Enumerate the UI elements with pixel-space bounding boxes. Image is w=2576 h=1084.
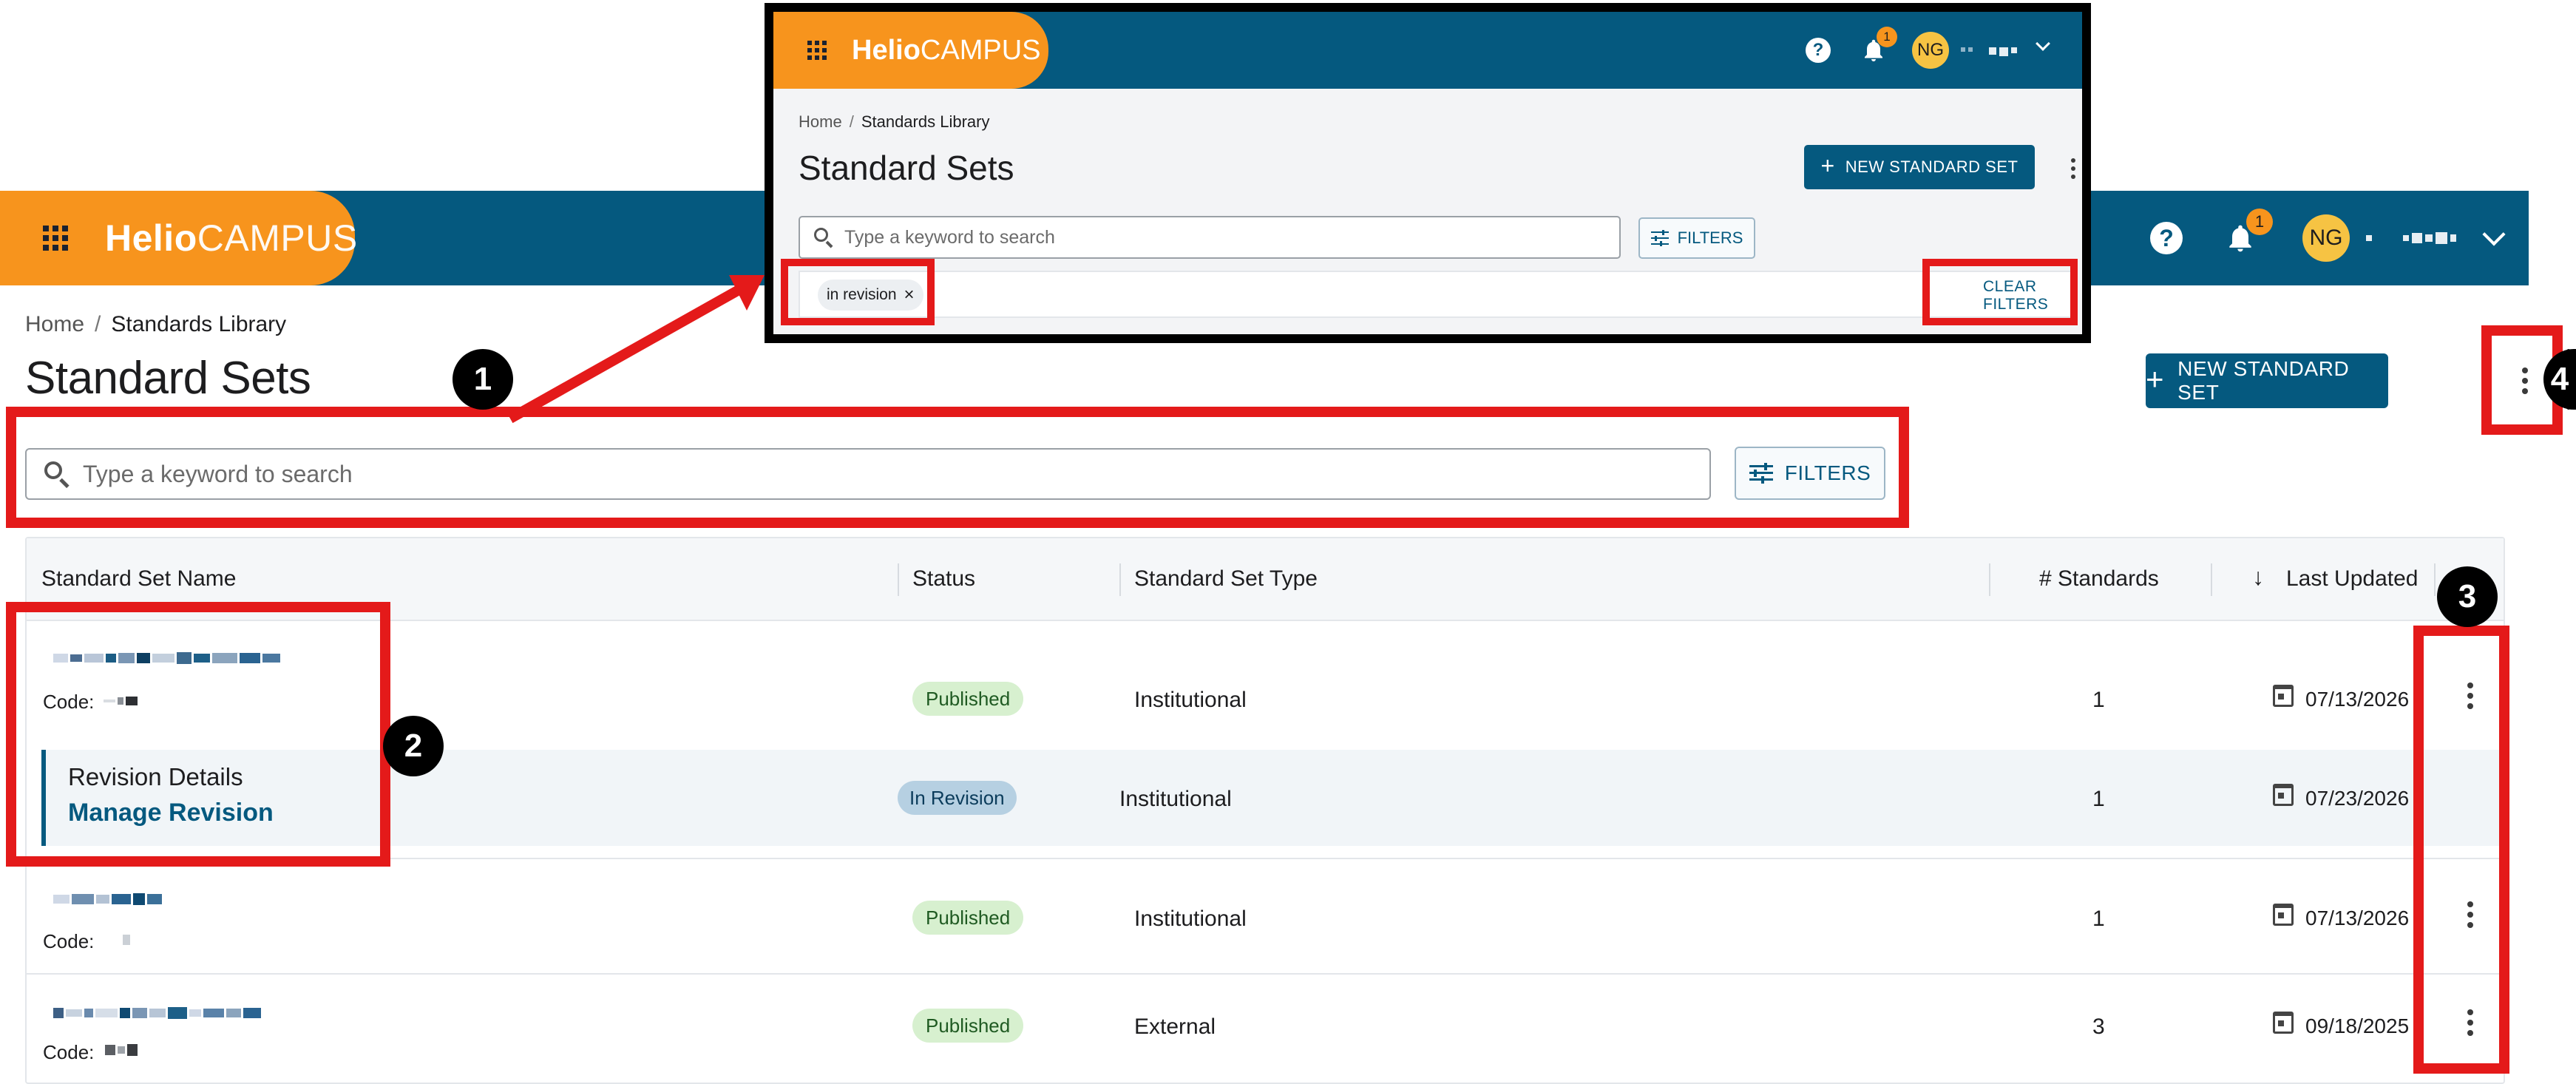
inset-new-standard-set-button[interactable]: + NEW STANDARD SET: [1804, 145, 2035, 189]
notifications-bell-icon[interactable]: 1: [2224, 209, 2273, 254]
column-header-last-updated[interactable]: Last Updated: [2286, 566, 2418, 592]
inset-user-avatar[interactable]: NG: [1912, 32, 1949, 69]
set-type: Institutional: [1119, 787, 1232, 811]
column-header-type[interactable]: Standard Set Type: [1134, 566, 1318, 592]
inset-search-icon: [813, 227, 834, 248]
annotation-marker-2: 2: [383, 716, 444, 776]
code-label: Code:: [43, 930, 95, 952]
inset-user-name-redacted[interactable]: [1961, 47, 2017, 56]
breadcrumb-home[interactable]: Home: [25, 312, 84, 336]
inset-helio-campus-logo[interactable]: HelioCAMPUS: [852, 35, 1040, 67]
last-updated-date: 09/18/2025: [2305, 1014, 2410, 1037]
last-updated-date: 07/23/2026: [2305, 787, 2410, 810]
column-header-standards[interactable]: # Standards: [2039, 566, 2159, 592]
inset-page-more-options-icon[interactable]: [2064, 154, 2082, 183]
standards-count: 1: [2092, 787, 2105, 811]
code-value-redacted: [123, 935, 130, 945]
breadcrumb-current: Standards Library: [111, 312, 287, 336]
annotation-marker-3: 3: [2437, 566, 2498, 627]
set-type: Institutional: [1134, 907, 1247, 931]
standards-count: 1: [2092, 688, 2105, 712]
annotation-box-revision: [6, 602, 390, 867]
help-icon[interactable]: ?: [2150, 222, 2183, 254]
inset-page-title: Standard Sets: [799, 149, 1014, 187]
user-name-redacted[interactable]: [2366, 232, 2456, 244]
annotation-box-row-menus: [2413, 626, 2509, 1074]
helio-campus-logo[interactable]: HelioCAMPUS: [105, 217, 358, 260]
set-type: External: [1134, 1014, 1216, 1039]
code-label: Code:: [43, 1041, 95, 1063]
inset-notifications-bell-icon[interactable]: 1: [1860, 27, 1897, 64]
standards-count: 3: [2092, 1014, 2105, 1039]
inset-apps-grid-icon[interactable]: [807, 41, 827, 60]
column-header-status[interactable]: Status: [912, 566, 975, 592]
inset-search-input[interactable]: [844, 226, 1584, 248]
calendar-icon: [2273, 1012, 2294, 1034]
calendar-icon: [2273, 685, 2294, 707]
code-value-redacted: [105, 1044, 138, 1056]
inset-tune-icon: [1650, 230, 1669, 246]
inset-search-input-wrapper[interactable]: [799, 216, 1621, 259]
status-badge: In Revision: [898, 781, 1017, 815]
notification-count-badge: 1: [2246, 209, 2273, 235]
sort-down-arrow-icon[interactable]: ↓: [2252, 563, 2264, 591]
inset-active-filters-bar: in revision × CLEAR FILTERS: [799, 271, 2075, 318]
standard-sets-table: Standard Set Name Status Standard Set Ty…: [25, 537, 2508, 1084]
inset-zoom-panel: HelioCAMPUS ? 1 NG Home / Standards Librar…: [765, 3, 2091, 343]
breadcrumb: Home / Standards Library: [25, 312, 287, 336]
set-name-redacted[interactable]: [53, 1007, 261, 1019]
inset-app-bar: HelioCAMPUS ? 1 NG: [773, 12, 2082, 89]
table-row[interactable]: Code: Published External 3 09/18/2025: [27, 976, 2504, 1084]
inset-user-menu-chevron-icon[interactable]: [2036, 36, 2050, 51]
table-header: Standard Set Name Status Standard Set Ty…: [27, 538, 2504, 621]
table-row[interactable]: Code: Published Institutional 1 07/13/20…: [27, 861, 2504, 975]
column-header-name[interactable]: Standard Set Name: [41, 566, 236, 592]
page-title: Standard Sets: [25, 353, 311, 404]
inset-breadcrumb-home[interactable]: Home: [799, 112, 842, 131]
last-updated-date: 07/13/2026: [2305, 688, 2410, 711]
inset-breadcrumb-current: Standards Library: [861, 112, 990, 131]
inset-notification-count-badge: 1: [1877, 27, 1897, 47]
calendar-icon: [2273, 904, 2294, 926]
inset-brand-area: HelioCAMPUS: [773, 12, 1048, 89]
inset-breadcrumb: Home / Standards Library: [799, 112, 990, 131]
inset-help-icon[interactable]: ?: [1806, 38, 1831, 63]
inset-annotation-box-clear: [1922, 259, 2078, 325]
annotation-marker-1: 1: [453, 349, 513, 410]
user-menu-chevron-icon[interactable]: [2482, 223, 2506, 246]
set-name-redacted[interactable]: [53, 893, 162, 905]
annotation-box-search: [6, 407, 1909, 528]
calendar-icon: [2273, 784, 2294, 806]
set-type: Institutional: [1134, 688, 1247, 712]
status-badge: Published: [912, 682, 1024, 716]
inset-annotation-box-chip: [781, 259, 935, 325]
user-avatar[interactable]: NG: [2302, 214, 2350, 262]
new-standard-set-button[interactable]: + NEW STANDARD SET: [2146, 353, 2388, 408]
status-badge: Published: [912, 901, 1024, 935]
last-updated-date: 07/13/2026: [2305, 907, 2410, 929]
status-badge: Published: [912, 1009, 1024, 1043]
apps-grid-icon[interactable]: [43, 226, 68, 251]
inset-filters-button[interactable]: FILTERS: [1638, 217, 1755, 259]
standards-count: 1: [2092, 907, 2105, 931]
brand-area: HelioCAMPUS: [0, 191, 358, 285]
inset-plus-icon: +: [1820, 152, 1835, 179]
plus-icon: +: [2146, 362, 2165, 396]
